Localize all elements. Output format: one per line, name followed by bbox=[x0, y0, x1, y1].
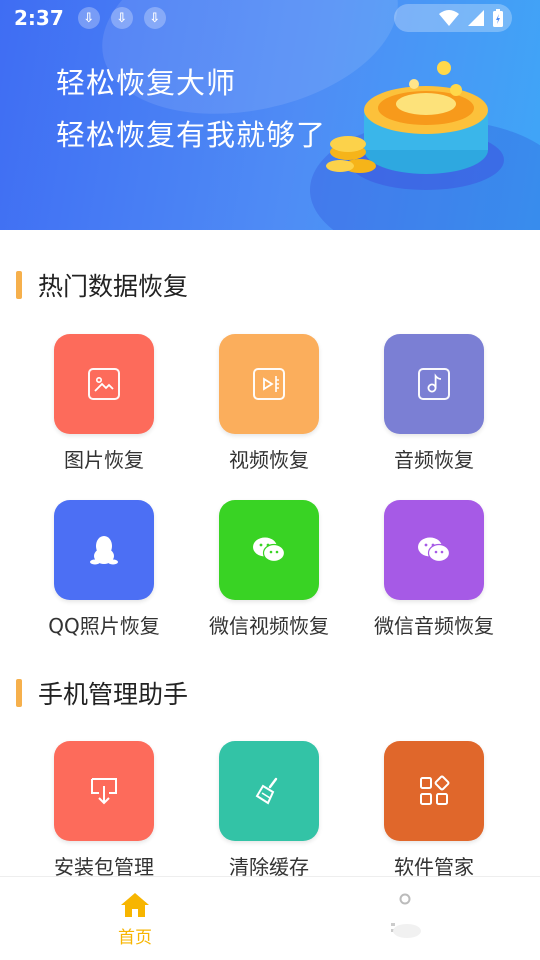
install-package-icon bbox=[91, 778, 117, 805]
banner-subheadline: 轻松恢复有我就够了 bbox=[56, 118, 327, 152]
signal-icon bbox=[468, 10, 484, 26]
music-note-icon bbox=[418, 368, 450, 400]
tile-label: 微信视频恢复 bbox=[209, 614, 329, 638]
section-title: 手机管理助手 bbox=[38, 680, 189, 709]
section-header-phone-manager: 手机管理助手 bbox=[16, 676, 188, 710]
tile-label: 微信音频恢复 bbox=[374, 614, 494, 638]
nav-profile[interactable] bbox=[270, 877, 540, 960]
video-recovery-button[interactable] bbox=[219, 334, 319, 434]
status-icons bbox=[394, 4, 512, 32]
image-recovery-button[interactable] bbox=[54, 334, 154, 434]
tile-clear-cache[interactable]: 清除缓存 bbox=[194, 741, 344, 879]
banner-headline: 轻松恢复大师 bbox=[56, 66, 237, 100]
software-manager-button[interactable] bbox=[384, 741, 484, 841]
status-time: 2:37 bbox=[14, 6, 64, 30]
wechat-icon bbox=[418, 537, 451, 563]
qq-penguin-icon bbox=[90, 536, 118, 565]
wechat-audio-recovery-button[interactable] bbox=[384, 500, 484, 600]
tile-video-recovery[interactable]: 视频恢复 bbox=[194, 334, 344, 472]
audio-recovery-button[interactable] bbox=[384, 334, 484, 434]
section-accent-bar bbox=[16, 271, 22, 299]
tile-software-manager[interactable]: 软件管家 bbox=[359, 741, 509, 879]
video-icon bbox=[253, 368, 285, 400]
download-icon: ⇩ bbox=[77, 7, 100, 29]
broom-icon bbox=[255, 777, 278, 805]
nav-home[interactable]: 首页 bbox=[0, 877, 270, 960]
nav-home-label: 首页 bbox=[118, 928, 152, 948]
wechat-video-recovery-button[interactable] bbox=[219, 500, 319, 600]
tile-label: QQ照片恢复 bbox=[48, 614, 160, 638]
bottom-navigation: 首页 bbox=[0, 876, 540, 960]
download-icon: ⇩ bbox=[143, 7, 166, 29]
tile-label: 视频恢复 bbox=[229, 448, 309, 472]
tile-audio-recovery[interactable]: 音频恢复 bbox=[359, 334, 509, 472]
download-icon: ⇩ bbox=[110, 7, 133, 29]
clear-cache-button[interactable] bbox=[219, 741, 319, 841]
apps-grid-icon bbox=[420, 775, 450, 805]
wifi-icon bbox=[439, 10, 459, 26]
tile-image-recovery[interactable]: 图片恢复 bbox=[29, 334, 179, 472]
tile-label: 音频恢复 bbox=[394, 448, 474, 472]
section-accent-bar bbox=[16, 679, 22, 707]
section-header-hot-recovery: 热门数据恢复 bbox=[16, 268, 188, 302]
battery-icon bbox=[493, 9, 503, 27]
treasure-chest-illustration bbox=[326, 61, 504, 190]
tile-wechat-video-recovery[interactable]: 微信视频恢复 bbox=[194, 500, 344, 638]
tile-label: 图片恢复 bbox=[64, 448, 144, 472]
wechat-icon bbox=[253, 537, 286, 563]
image-icon bbox=[88, 368, 120, 400]
section-title: 热门数据恢复 bbox=[38, 272, 189, 301]
tile-install-package-manager[interactable]: 安装包管理 bbox=[29, 741, 179, 879]
banner[interactable]: 2:37 ⇩ ⇩ ⇩ 轻松恢复大师 轻松恢复有我就够了 bbox=[0, 0, 540, 230]
qq-photo-recovery-button[interactable] bbox=[54, 500, 154, 600]
home-icon bbox=[121, 893, 149, 917]
profile-icon bbox=[391, 893, 421, 938]
status-bar: 2:37 ⇩ ⇩ ⇩ bbox=[0, 0, 540, 36]
tile-qq-photo-recovery[interactable]: QQ照片恢复 bbox=[29, 500, 179, 638]
tile-wechat-audio-recovery[interactable]: 微信音频恢复 bbox=[359, 500, 509, 638]
install-package-button[interactable] bbox=[54, 741, 154, 841]
